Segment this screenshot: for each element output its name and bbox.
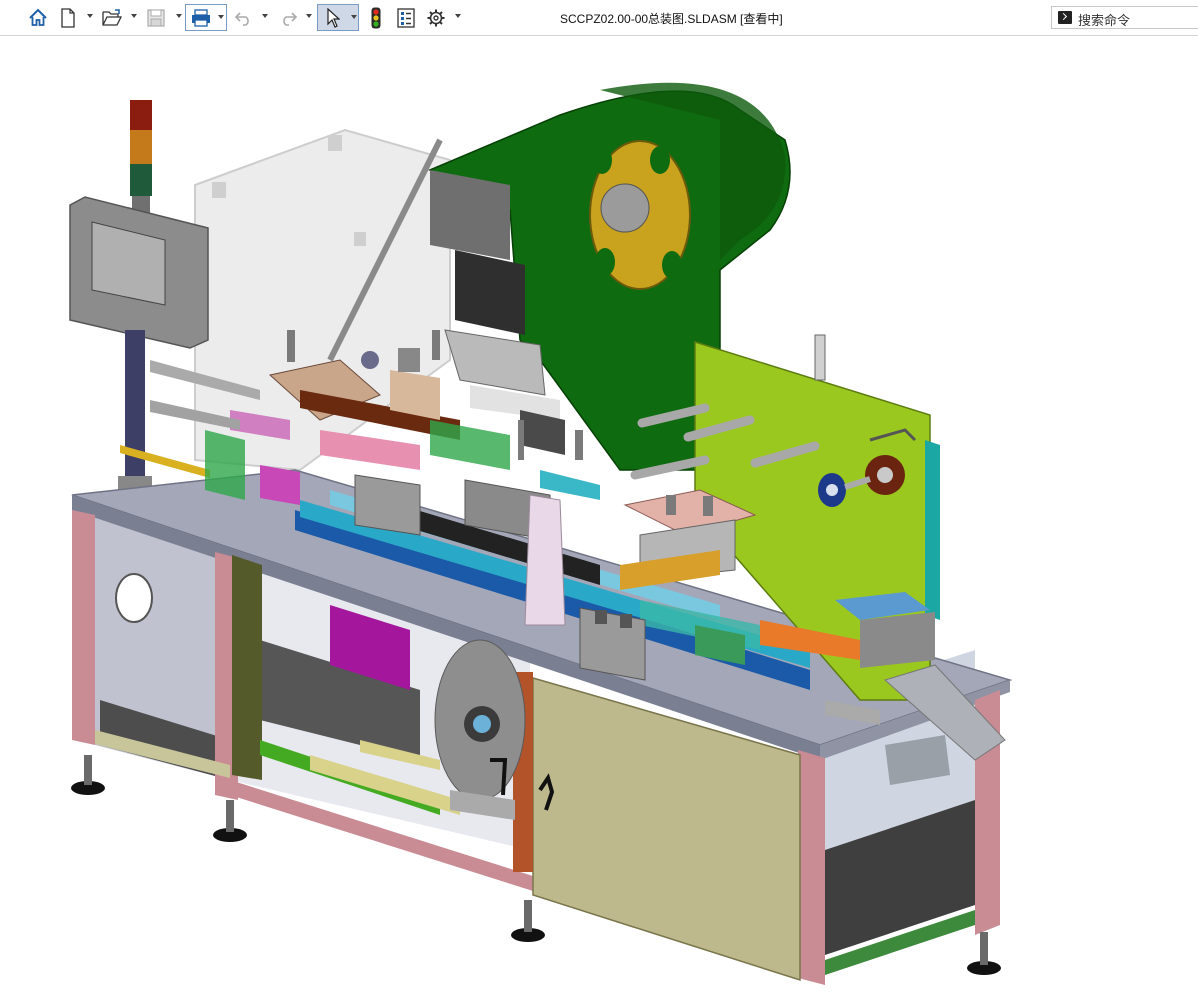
command-prompt-icon [1058, 11, 1072, 24]
graphics-viewport[interactable] [0, 37, 1198, 988]
undo-icon[interactable] [232, 5, 256, 31]
machine-assembly-model[interactable] [0, 37, 1198, 988]
open-document-icon[interactable] [100, 5, 124, 31]
tower-light-red [130, 100, 152, 130]
cutter-unit [354, 474, 421, 536]
frame-leg [798, 750, 825, 985]
box-housing [579, 607, 646, 681]
file-properties-icon[interactable] [395, 5, 417, 31]
tower-light-amber [130, 130, 152, 164]
save-dropdown-icon[interactable] [176, 14, 182, 18]
guide-post [524, 494, 566, 626]
search-placeholder: 搜索命令 [1078, 13, 1131, 28]
print-icon [192, 8, 210, 27]
select-pointer-icon [327, 7, 340, 28]
press-ram [455, 250, 525, 335]
options-gear-icon[interactable] [425, 5, 447, 31]
options-dropdown-icon[interactable] [455, 14, 461, 18]
new-dropdown-icon[interactable] [87, 14, 93, 18]
select-dropdown-icon[interactable] [351, 15, 357, 19]
search-commands-box[interactable]: 搜索命令 [1051, 6, 1198, 29]
rebuild-traffic-light-icon[interactable] [366, 5, 386, 31]
print-dropdown-icon[interactable] [218, 15, 224, 19]
select-button[interactable] [317, 4, 359, 31]
document-title: SCCPZ02.00-00总装图.SLDASM [查看中] [560, 12, 783, 26]
save-icon[interactable] [144, 5, 168, 31]
undo-dropdown-icon[interactable] [262, 14, 268, 18]
home-icon[interactable] [26, 5, 50, 31]
frame-leg [72, 510, 95, 745]
open-dropdown-icon[interactable] [131, 14, 137, 18]
new-document-icon[interactable] [58, 5, 78, 31]
title-bar: SCCPZ02.00-00总装图.SLDASM [查看中] 搜索命令 [0, 0, 1198, 36]
redo-icon[interactable] [276, 5, 300, 31]
tower-light-green [130, 164, 152, 196]
redo-dropdown-icon[interactable] [306, 14, 312, 18]
print-button[interactable] [185, 4, 227, 31]
